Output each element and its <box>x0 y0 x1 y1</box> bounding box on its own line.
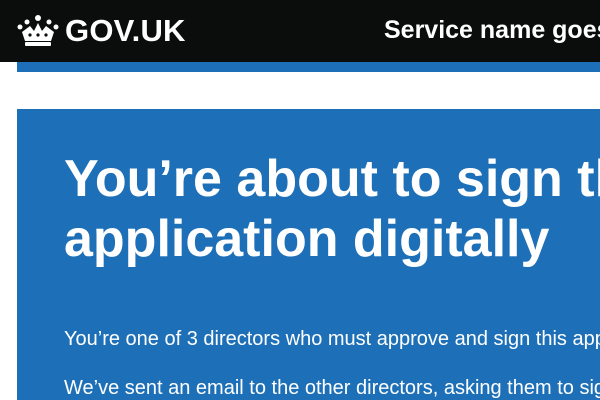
confirmation-panel: You’re about to sign this application di… <box>17 109 600 400</box>
govuk-logo-link[interactable]: GOV.UK <box>16 11 186 51</box>
logo-text: GOV.UK <box>65 13 186 48</box>
panel-title: You’re about to sign this application di… <box>64 149 600 269</box>
directors-count-text: You’re one of 3 directors who must appro… <box>64 328 600 350</box>
govuk-header: GOV.UK Service name goes here <box>0 0 600 62</box>
crown-icon <box>17 15 59 46</box>
panel-title-line-2: application digitally <box>64 210 550 268</box>
service-name-link[interactable]: Service name goes here <box>384 13 600 47</box>
email-sent-text: We’ve sent an email to the other directo… <box>64 377 600 399</box>
page: GOV.UK Service name goes here You’re abo… <box>0 0 600 400</box>
panel-title-line-1: You’re about to sign this <box>64 150 600 208</box>
header-blue-rule <box>17 62 600 72</box>
